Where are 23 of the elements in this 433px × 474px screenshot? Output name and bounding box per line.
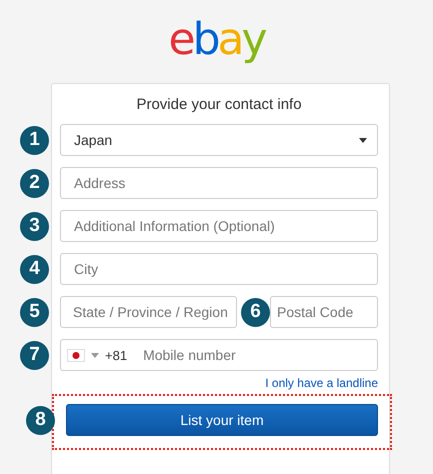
country-code: +81 (105, 348, 128, 362)
text-field[interactable]: State / Province / Region (60, 296, 237, 328)
phone-field[interactable]: +81 Mobile number (60, 339, 378, 371)
text-field[interactable]: Postal Code (270, 296, 378, 328)
step-badge: 8 (26, 406, 55, 434)
caret-icon (91, 352, 99, 358)
country-select[interactable]: Japan (60, 124, 378, 156)
step-badge: 7 (20, 340, 49, 370)
text-field[interactable]: Additional Information (Optional) (60, 210, 378, 242)
landline-link[interactable]: I only have a landline (60, 376, 378, 390)
form-title: Provide your contact info (135, 96, 303, 113)
flag-icon (67, 348, 85, 362)
caret-icon (359, 138, 367, 142)
ebay-logo: ebay (168, 14, 265, 67)
text-field[interactable]: Address (60, 167, 378, 199)
step-badge: 3 (20, 212, 49, 240)
step-badge: 6 (241, 298, 270, 326)
list-item-button[interactable]: List your item (66, 404, 378, 436)
step-badge: 4 (20, 254, 49, 284)
text-field[interactable]: City (60, 253, 378, 285)
step-badge: 1 (20, 126, 49, 154)
step-badge: 2 (20, 168, 49, 198)
step-badge: 5 (20, 298, 49, 326)
